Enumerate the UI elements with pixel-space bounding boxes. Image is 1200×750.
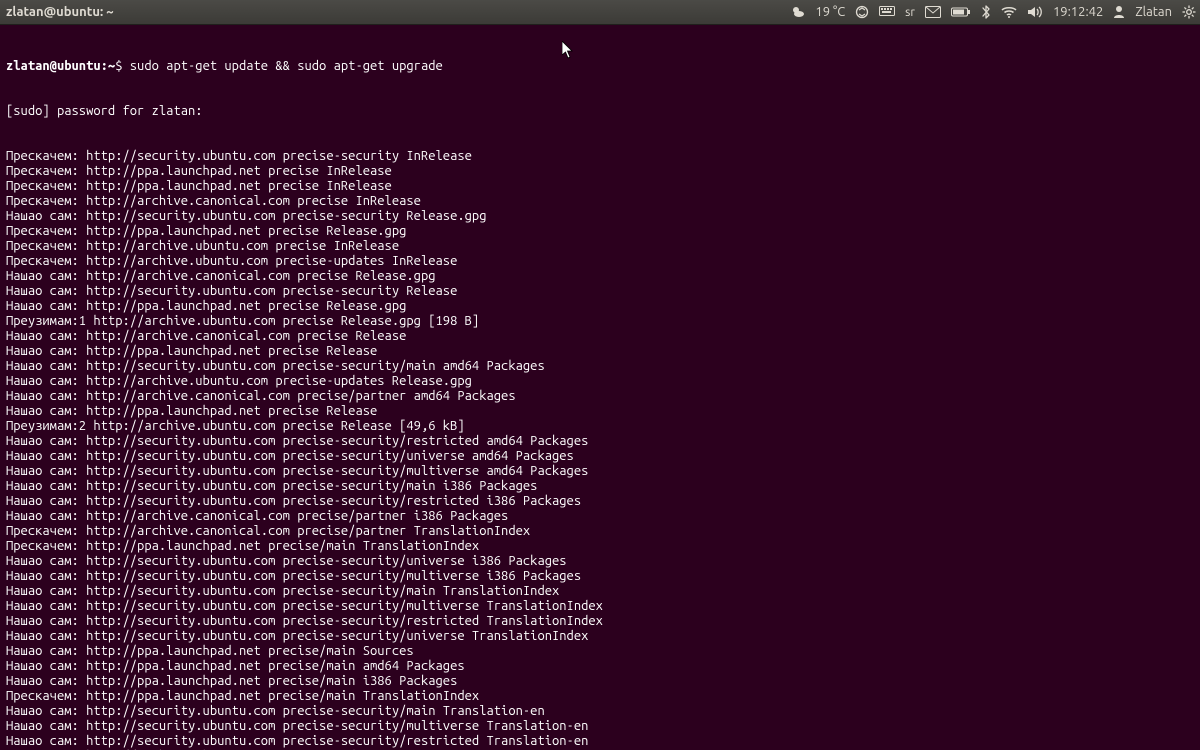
output-line: Нашао сам: http://security.ubuntu.com pr… — [6, 464, 1194, 479]
wifi-icon[interactable] — [1001, 6, 1017, 18]
output-line: Нашао сам: http://ppa.launchpad.net prec… — [6, 659, 1194, 674]
output-line: Нашао сам: http://security.ubuntu.com pr… — [6, 479, 1194, 494]
output-line: Прескачем: http://ppa.launchpad.net prec… — [6, 179, 1194, 194]
output-line: Нашао сам: http://ppa.launchpad.net prec… — [6, 404, 1194, 419]
sync-icon[interactable] — [855, 5, 869, 19]
window-title: zlatan@ubuntu: ~ — [6, 5, 114, 19]
output-line: Нашао сам: http://ppa.launchpad.net prec… — [6, 299, 1194, 314]
output-line: Прескачем: http://archive.ubuntu.com pre… — [6, 239, 1194, 254]
prompt-user-host: zlatan@ubuntu — [6, 59, 101, 73]
output-line: Нашао сам: http://security.ubuntu.com pr… — [6, 629, 1194, 644]
output-line: Нашао сам: http://security.ubuntu.com pr… — [6, 599, 1194, 614]
output-line: Прескачем: http://archive.canonical.com … — [6, 194, 1194, 209]
output-line: Нашао сам: http://security.ubuntu.com pr… — [6, 209, 1194, 224]
output-line: Прескачем: http://archive.canonical.com … — [6, 524, 1194, 539]
terminal-area[interactable]: zlatan@ubuntu:~$ sudo apt-get update && … — [0, 25, 1200, 750]
output-line: Прескачем: http://ppa.launchpad.net prec… — [6, 164, 1194, 179]
menubar-indicators: 19 °C sr 19:12:42 Zlatan — [791, 0, 1196, 24]
keyboard-layout[interactable]: sr — [905, 6, 915, 19]
session-user[interactable]: Zlatan — [1135, 5, 1172, 19]
output-line: Преузимам:2 http://archive.ubuntu.com pr… — [6, 419, 1194, 434]
keyboard-icon[interactable] — [879, 6, 895, 18]
output-line: Нашао сам: http://archive.canonical.com … — [6, 509, 1194, 524]
output-line: Преузимам:1 http://archive.ubuntu.com pr… — [6, 314, 1194, 329]
output-line: Прескачем: http://archive.ubuntu.com pre… — [6, 254, 1194, 269]
user-icon[interactable] — [1113, 5, 1125, 19]
output-line: Нашао сам: http://archive.canonical.com … — [6, 269, 1194, 284]
sudo-password-line: [sudo] password for zlatan: — [6, 104, 1194, 119]
volume-icon[interactable] — [1027, 5, 1043, 19]
terminal-output: Прескачем: http://security.ubuntu.com pr… — [6, 149, 1194, 750]
output-line: Нашао сам: http://security.ubuntu.com pr… — [6, 569, 1194, 584]
entered-command: sudo apt-get update && sudo apt-get upgr… — [130, 59, 443, 73]
output-line: Нашао сам: http://security.ubuntu.com pr… — [6, 704, 1194, 719]
clock[interactable]: 19:12:42 — [1053, 5, 1103, 19]
output-line: Нашао сам: http://security.ubuntu.com pr… — [6, 434, 1194, 449]
output-line: Нашао сам: http://security.ubuntu.com pr… — [6, 284, 1194, 299]
bluetooth-icon[interactable] — [981, 5, 991, 19]
output-line: Нашао сам: http://security.ubuntu.com pr… — [6, 494, 1194, 509]
output-line: Нашао сам: http://archive.ubuntu.com pre… — [6, 374, 1194, 389]
output-line: Нашао сам: http://security.ubuntu.com pr… — [6, 584, 1194, 599]
mail-icon[interactable] — [925, 6, 941, 18]
output-line: Нашао сам: http://ppa.launchpad.net prec… — [6, 674, 1194, 689]
power-cog-icon[interactable] — [1182, 5, 1196, 19]
output-line: Нашао сам: http://ppa.launchpad.net prec… — [6, 344, 1194, 359]
output-line: Прескачем: http://ppa.launchpad.net prec… — [6, 224, 1194, 239]
output-line: Нашао сам: http://archive.canonical.com … — [6, 389, 1194, 404]
output-line: Нашао сам: http://ppa.launchpad.net prec… — [6, 644, 1194, 659]
weather-icon[interactable] — [791, 5, 805, 19]
prompt-symbol: $ — [115, 59, 122, 73]
output-line: Нашао сам: http://security.ubuntu.com pr… — [6, 359, 1194, 374]
output-line: Прескачем: http://security.ubuntu.com pr… — [6, 149, 1194, 164]
output-line: Нашао сам: http://security.ubuntu.com pr… — [6, 719, 1194, 734]
output-line: Нашао сам: http://security.ubuntu.com pr… — [6, 734, 1194, 749]
output-line: Нашао сам: http://security.ubuntu.com pr… — [6, 614, 1194, 629]
output-line: Нашао сам: http://security.ubuntu.com pr… — [6, 449, 1194, 464]
output-line: Прескачем: http://ppa.launchpad.net prec… — [6, 539, 1194, 554]
top-menubar: zlatan@ubuntu: ~ 19 °C sr 19:12:42 — [0, 0, 1200, 25]
battery-icon[interactable] — [951, 6, 971, 18]
output-line: Нашао сам: http://security.ubuntu.com pr… — [6, 554, 1194, 569]
weather-temp[interactable]: 19 °C — [815, 5, 845, 19]
prompt-line: zlatan@ubuntu:~$ sudo apt-get update && … — [6, 59, 1194, 74]
output-line: Прескачем: http://ppa.launchpad.net prec… — [6, 689, 1194, 704]
output-line: Нашао сам: http://archive.canonical.com … — [6, 329, 1194, 344]
